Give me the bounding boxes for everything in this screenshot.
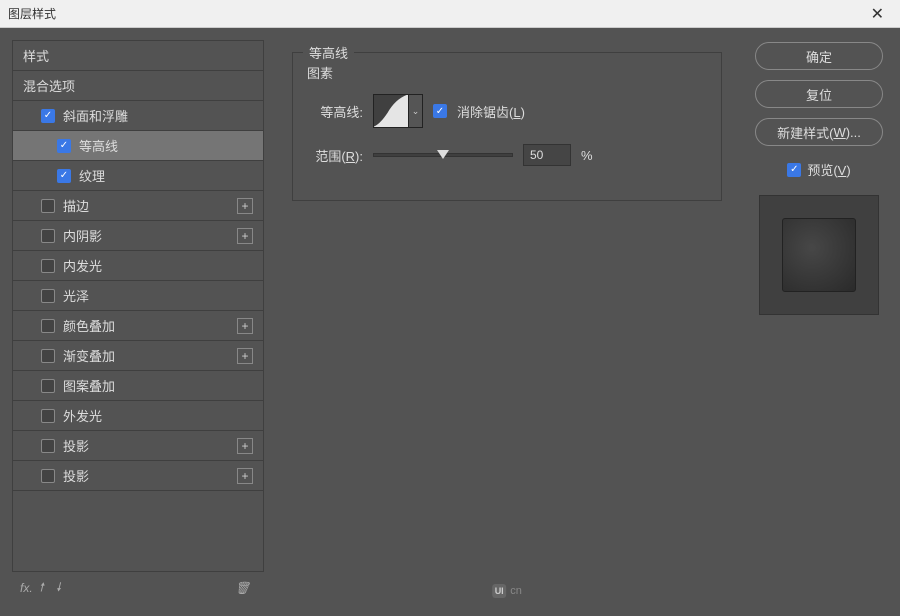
contour-picker[interactable]: ⌄ [373, 94, 423, 128]
sidebar-item-label: 外发光 [63, 406, 253, 425]
contour-label: 等高线: [307, 102, 363, 121]
sidebar-item-1[interactable]: 等高线 [13, 131, 263, 161]
antialias-label: 消除锯齿(L) [457, 102, 525, 121]
arrow-down-icon[interactable]: 🠗 [50, 578, 67, 599]
window-title: 图层样式 [8, 5, 863, 22]
watermark-text: cn [510, 585, 522, 597]
content: 样式 混合选项 斜面和浮雕等高线纹理描边+内阴影+内发光光泽颜色叠加+渐变叠加+… [0, 28, 900, 616]
contour-dropdown-icon[interactable]: ⌄ [408, 95, 422, 127]
range-percent: % [581, 148, 593, 163]
sidebar-item-checkbox[interactable] [41, 319, 55, 333]
preview-box [759, 195, 879, 315]
preview-checkbox[interactable] [787, 163, 801, 177]
close-icon[interactable]: ✕ [863, 4, 892, 24]
sidebar-item-3[interactable]: 描边+ [13, 191, 263, 221]
fx-label[interactable]: fx [20, 581, 29, 595]
sidebar-item-label: 等高线 [79, 136, 253, 155]
preview-swatch [782, 218, 856, 292]
group-title: 等高线 [303, 43, 354, 62]
main-panel: 等高线 图素 等高线: ⌄ 消除锯齿(L) 范围(R): [276, 40, 738, 604]
sidebar-item-checkbox[interactable] [41, 229, 55, 243]
add-effect-icon[interactable]: + [237, 228, 253, 244]
sidebar: 样式 混合选项 斜面和浮雕等高线纹理描边+内阴影+内发光光泽颜色叠加+渐变叠加+… [12, 40, 264, 604]
sidebar-item-label: 斜面和浮雕 [63, 106, 253, 125]
preview-label: 预览(V) [807, 160, 850, 179]
watermark-icon: UI [492, 584, 506, 598]
preview-row: 预览(V) [787, 160, 850, 179]
sidebar-item-2[interactable]: 纹理 [13, 161, 263, 191]
elements-title: 图素 [307, 63, 707, 82]
sidebar-item-checkbox[interactable] [41, 409, 55, 423]
add-effect-icon[interactable]: + [237, 198, 253, 214]
contour-row: 等高线: ⌄ 消除锯齿(L) [307, 94, 707, 128]
right-panel: 确定 复位 新建样式(W)... 预览(V) [750, 40, 888, 604]
sidebar-header-blend[interactable]: 混合选项 [13, 71, 263, 101]
reset-button[interactable]: 复位 [755, 80, 883, 108]
sidebar-item-label: 图案叠加 [63, 376, 253, 395]
sidebar-item-label: 颜色叠加 [63, 316, 237, 335]
range-label[interactable]: 范围(R): [307, 146, 363, 165]
sidebar-item-4[interactable]: 内阴影+ [13, 221, 263, 251]
contour-curve-preview [374, 95, 408, 127]
titlebar: 图层样式 ✕ [0, 0, 900, 28]
sidebar-item-0[interactable]: 斜面和浮雕 [13, 101, 263, 131]
sidebar-item-label: 内阴影 [63, 226, 237, 245]
sidebar-item-10[interactable]: 外发光 [13, 401, 263, 431]
arrow-up-icon[interactable]: 🠕 [33, 578, 50, 599]
sidebar-footer: fx. 🠕 🠗 🗑 [12, 572, 264, 604]
add-effect-icon[interactable]: + [237, 438, 253, 454]
sidebar-item-6[interactable]: 光泽 [13, 281, 263, 311]
new-style-button[interactable]: 新建样式(W)... [755, 118, 883, 146]
sidebar-item-label: 投影 [63, 436, 237, 455]
add-effect-icon[interactable]: + [237, 318, 253, 334]
sidebar-item-label: 投影 [63, 466, 237, 485]
sidebar-item-9[interactable]: 图案叠加 [13, 371, 263, 401]
watermark: UI cn [492, 584, 522, 598]
range-slider[interactable] [373, 153, 513, 157]
sidebar-item-label: 纹理 [79, 166, 253, 185]
styles-list: 样式 混合选项 斜面和浮雕等高线纹理描边+内阴影+内发光光泽颜色叠加+渐变叠加+… [12, 40, 264, 572]
sidebar-header-styles[interactable]: 样式 [13, 41, 263, 71]
sidebar-item-checkbox[interactable] [41, 439, 55, 453]
sidebar-item-checkbox[interactable] [41, 349, 55, 363]
sidebar-item-checkbox[interactable] [41, 199, 55, 213]
sidebar-item-label: 光泽 [63, 286, 253, 305]
contour-group: 等高线 图素 等高线: ⌄ 消除锯齿(L) 范围(R): [292, 52, 722, 201]
sidebar-item-checkbox[interactable] [41, 289, 55, 303]
sidebar-item-checkbox[interactable] [41, 259, 55, 273]
sidebar-item-checkbox[interactable] [57, 139, 71, 153]
trash-icon[interactable]: 🗑 [229, 581, 256, 595]
add-effect-icon[interactable]: + [237, 348, 253, 364]
sidebar-item-checkbox[interactable] [41, 109, 55, 123]
sidebar-item-checkbox[interactable] [57, 169, 71, 183]
sidebar-item-11[interactable]: 投影+ [13, 431, 263, 461]
range-input[interactable] [523, 144, 571, 166]
range-slider-thumb[interactable] [437, 150, 449, 159]
sidebar-item-8[interactable]: 渐变叠加+ [13, 341, 263, 371]
range-row: 范围(R): % [307, 144, 707, 166]
sidebar-item-label: 渐变叠加 [63, 346, 237, 365]
add-effect-icon[interactable]: + [237, 468, 253, 484]
sidebar-item-5[interactable]: 内发光 [13, 251, 263, 281]
sidebar-item-7[interactable]: 颜色叠加+ [13, 311, 263, 341]
sidebar-item-label: 内发光 [63, 256, 253, 275]
sidebar-item-checkbox[interactable] [41, 469, 55, 483]
ok-button[interactable]: 确定 [755, 42, 883, 70]
sidebar-item-label: 描边 [63, 196, 237, 215]
sidebar-item-12[interactable]: 投影+ [13, 461, 263, 491]
sidebar-item-checkbox[interactable] [41, 379, 55, 393]
antialias-checkbox[interactable] [433, 104, 447, 118]
